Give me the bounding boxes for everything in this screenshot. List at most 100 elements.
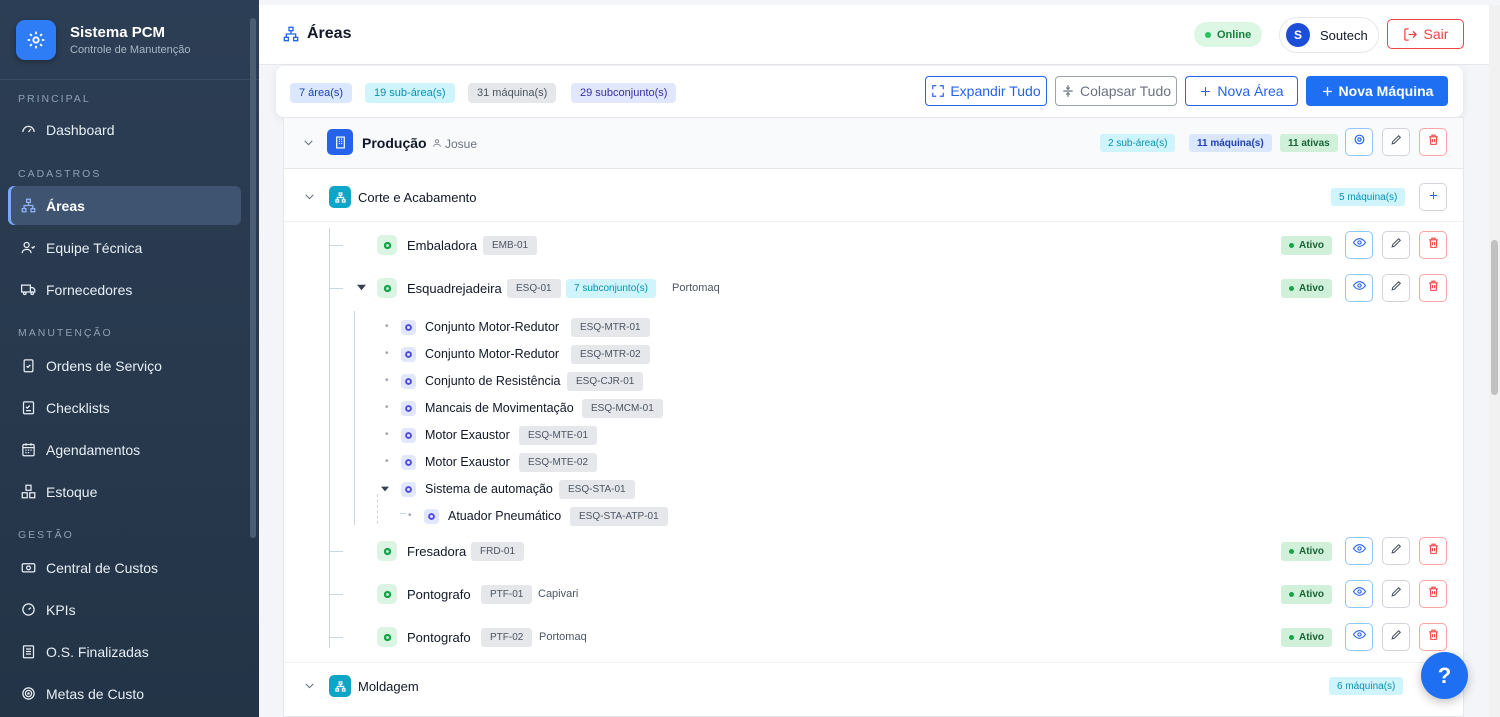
subarea-row[interactable]: Corte e Acabamento 5 máquina(s) bbox=[284, 170, 1463, 221]
subset-row[interactable]: • Motor Exaustor ESQ-MTE-02 bbox=[284, 449, 1463, 476]
subarea-machines-badge: 6 máquina(s) bbox=[1329, 677, 1404, 695]
view-button[interactable] bbox=[1345, 537, 1373, 565]
user-name: Soutech bbox=[1320, 27, 1368, 43]
new-machine-button[interactable]: Nova Máquina bbox=[1306, 76, 1448, 106]
truck-icon bbox=[20, 282, 36, 298]
view-button[interactable] bbox=[1345, 231, 1373, 259]
page-scrollbar[interactable] bbox=[1489, 5, 1500, 717]
gauge-icon bbox=[20, 602, 36, 618]
gear-icon bbox=[16, 19, 56, 60]
target-icon bbox=[20, 686, 36, 702]
caret-down-icon[interactable] bbox=[381, 485, 389, 493]
sidebar-item-areas[interactable]: Áreas bbox=[8, 186, 241, 225]
subset-row[interactable]: • Conjunto Motor-Redutor ESQ-MTR-01 bbox=[284, 314, 1463, 341]
sidebar: Sistema PCM Controle de Manutenção PRINC… bbox=[0, 0, 259, 717]
cog-icon bbox=[401, 401, 416, 416]
subset-code: ESQ-MCM-01 bbox=[582, 399, 663, 418]
subset-row[interactable]: Sistema de automação ESQ-STA-01 bbox=[284, 476, 1463, 503]
expand-icon bbox=[931, 84, 945, 98]
boxes-icon bbox=[20, 484, 36, 500]
sidebar-item-ordens-servico[interactable]: Ordens de Serviço bbox=[8, 346, 241, 385]
subarea-row[interactable]: Moldagem 6 máquina(s) bbox=[284, 663, 1463, 714]
cog-icon bbox=[401, 455, 416, 470]
collapse-all-button[interactable]: Colapsar Tudo bbox=[1055, 76, 1177, 106]
expand-all-button[interactable]: Expandir Tudo bbox=[925, 76, 1047, 106]
subset-code: ESQ-MTR-01 bbox=[571, 318, 650, 337]
view-button[interactable] bbox=[1345, 274, 1373, 302]
area-delete-button[interactable] bbox=[1419, 128, 1447, 156]
chevron-down-icon[interactable] bbox=[303, 190, 316, 203]
sidebar-item-equipe-tecnica[interactable]: Equipe Técnica bbox=[8, 228, 241, 267]
area-subareas-badge: 2 sub-área(s) bbox=[1100, 134, 1176, 152]
eye-icon bbox=[1352, 542, 1366, 560]
add-machine-button[interactable] bbox=[1419, 183, 1447, 211]
sidebar-item-label: Checklists bbox=[46, 399, 110, 416]
machine-code: PTF-02 bbox=[481, 628, 533, 647]
edit-button[interactable] bbox=[1382, 274, 1410, 302]
calendar-icon bbox=[20, 442, 36, 458]
cog-icon bbox=[401, 320, 416, 335]
machine-status-badge: Ativo bbox=[1281, 628, 1332, 647]
machine-row[interactable]: Esquadrejadeira ESQ-01 7 subconjunto(s) … bbox=[284, 268, 1463, 309]
delete-button[interactable] bbox=[1419, 580, 1447, 608]
machine-name: Pontografo bbox=[407, 587, 471, 602]
trash-icon bbox=[1427, 279, 1440, 297]
machine-row[interactable]: Pontografo PTF-01 Capivari Ativo bbox=[284, 574, 1463, 615]
pencil-icon bbox=[1390, 628, 1403, 646]
area-settings-button[interactable] bbox=[1345, 128, 1373, 156]
subset-name: Conjunto Motor-Redutor bbox=[425, 320, 560, 334]
sidebar-item-estoque[interactable]: Estoque bbox=[8, 472, 241, 511]
machine-row[interactable]: Embaladora EMB-01 Ativo bbox=[284, 225, 1463, 266]
edit-button[interactable] bbox=[1382, 623, 1410, 651]
subset-row[interactable]: • Mancais de Movimentação ESQ-MCM-01 bbox=[284, 395, 1463, 422]
edit-button[interactable] bbox=[1382, 537, 1410, 565]
status-text: Online bbox=[1217, 28, 1252, 41]
machine-row[interactable]: Pontografo PTF-02 Portomaq Ativo bbox=[284, 617, 1463, 658]
money-icon bbox=[20, 560, 36, 576]
plus-icon bbox=[1321, 85, 1334, 98]
pencil-icon bbox=[1390, 585, 1403, 603]
user-menu[interactable]: S Soutech bbox=[1279, 17, 1379, 53]
subset-row[interactable]: • Motor Exaustor ESQ-MTE-01 bbox=[284, 422, 1463, 449]
area-edit-button[interactable] bbox=[1382, 128, 1410, 156]
chevron-down-icon[interactable] bbox=[303, 679, 316, 692]
sidebar-item-checklists[interactable]: Checklists bbox=[8, 388, 241, 427]
subset-row[interactable]: • Conjunto de Resistência ESQ-CJR-01 bbox=[284, 368, 1463, 395]
logout-button[interactable]: Sair bbox=[1387, 19, 1464, 49]
checklist-icon bbox=[20, 400, 36, 416]
edit-button[interactable] bbox=[1382, 231, 1410, 259]
new-area-button[interactable]: Nova Área bbox=[1185, 76, 1298, 106]
area-row[interactable]: Produção Josue 2 sub-área(s) 11 máquina(… bbox=[284, 118, 1463, 169]
subset-code: ESQ-STA-ATP-01 bbox=[570, 507, 668, 526]
area-responsible: Josue bbox=[432, 137, 477, 151]
machine-row[interactable]: Fresadora FRD-01 Ativo bbox=[284, 531, 1463, 572]
subset-row[interactable]: • Conjunto Motor-Redutor ESQ-MTR-02 bbox=[284, 341, 1463, 368]
caret-down-icon[interactable] bbox=[357, 283, 366, 292]
trash-icon bbox=[1427, 133, 1440, 151]
sidebar-item-label: Fornecedores bbox=[46, 281, 133, 298]
view-button[interactable] bbox=[1345, 623, 1373, 651]
edit-button[interactable] bbox=[1382, 580, 1410, 608]
sidebar-item-label: O.S. Finalizadas bbox=[46, 643, 149, 660]
brand: Sistema PCM Controle de Manutenção bbox=[0, 0, 259, 80]
delete-button[interactable] bbox=[1419, 537, 1447, 565]
sidebar-scrollbar[interactable] bbox=[250, 8, 256, 708]
delete-button[interactable] bbox=[1419, 231, 1447, 259]
delete-button[interactable] bbox=[1419, 623, 1447, 651]
sidebar-item-dashboard[interactable]: Dashboard bbox=[8, 110, 241, 149]
sidebar-item-fornecedores[interactable]: Fornecedores bbox=[8, 270, 241, 309]
subset-name: Conjunto Motor-Redutor bbox=[425, 347, 560, 361]
cog-icon bbox=[401, 374, 416, 389]
machine-name: Pontografo bbox=[407, 630, 471, 645]
sidebar-item-kpis[interactable]: KPIs bbox=[8, 590, 241, 629]
trash-icon bbox=[1427, 585, 1440, 603]
sidebar-item-metas-custo[interactable]: Metas de Custo bbox=[8, 674, 241, 713]
sidebar-item-os-finalizadas[interactable]: O.S. Finalizadas bbox=[8, 632, 241, 671]
chevron-down-icon[interactable] bbox=[302, 136, 315, 149]
delete-button[interactable] bbox=[1419, 274, 1447, 302]
subset-row[interactable]: • Atuador Pneumático ESQ-STA-ATP-01 bbox=[284, 503, 1463, 530]
help-button[interactable]: ? bbox=[1421, 652, 1468, 699]
sidebar-item-agendamentos[interactable]: Agendamentos bbox=[8, 430, 241, 469]
sidebar-item-central-custos[interactable]: Central de Custos bbox=[8, 548, 241, 587]
view-button[interactable] bbox=[1345, 580, 1373, 608]
